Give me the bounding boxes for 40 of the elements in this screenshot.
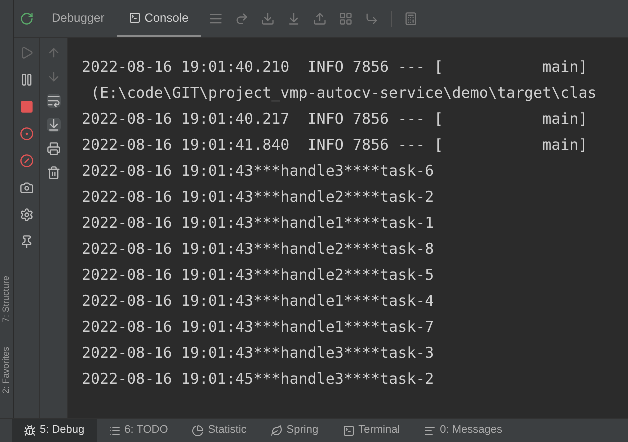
console-line: 2022-08-16 19:01:43***handle1****task-4 — [82, 291, 434, 312]
scroll-to-end-icon[interactable] — [46, 118, 60, 132]
console-line: 2022-08-16 19:01:43***handle3****task-3 — [82, 343, 434, 364]
settings-icon[interactable] — [20, 208, 34, 222]
pin-icon[interactable] — [20, 235, 34, 249]
debug-icon — [24, 424, 36, 436]
stop-icon[interactable] — [20, 100, 34, 114]
rerun-icon[interactable] — [20, 12, 34, 26]
soft-wrap-icon[interactable] — [46, 94, 60, 108]
tool-window-tab[interactable]: 6: TODO — [96, 419, 180, 442]
console-line: (E:\code\GIT\project_vmp-autocv-service\demo\target\clas — [90, 83, 597, 104]
console-line: 2022-08-16 19:01:43***handle3****task-6 — [82, 161, 434, 182]
tool-window-tab[interactable]: Spring — [258, 419, 331, 442]
console-line: 2022-08-16 19:01:43***handle1****task-7 — [82, 317, 434, 338]
tool-window-tab[interactable]: Statistic — [180, 419, 259, 442]
statistic-icon — [192, 424, 204, 436]
calculator-icon[interactable] — [404, 12, 418, 26]
trash-icon[interactable] — [46, 166, 60, 180]
terminal-icon — [342, 424, 355, 436]
print-icon[interactable] — [46, 142, 60, 156]
console-line: 2022-08-16 19:01:43***handle2****task-2 — [82, 187, 434, 208]
console-line: 2022-08-16 19:01:43***handle2****task-5 — [82, 265, 434, 286]
tool-window-tab[interactable]: 0: Messages — [412, 419, 515, 442]
console-line: 2022-08-16 19:01:40.210 INFO 7856 --- [ main] — [82, 57, 588, 78]
menu-icon[interactable] — [208, 12, 223, 26]
console-line: 2022-08-16 19:01:40.217 INFO 7856 --- [ main] — [82, 109, 588, 130]
console-line: 2022-08-16 19:01:43***handle2****task-8 — [82, 239, 434, 260]
tab[interactable]: Debugger — [40, 0, 117, 37]
side-tab[interactable]: 2: Favorites — [0, 346, 14, 394]
spring-icon — [270, 424, 283, 436]
tool-window-tab[interactable]: 5: Debug — [12, 419, 97, 442]
tool-window-tab[interactable]: Terminal — [330, 419, 412, 442]
pause-icon[interactable] — [20, 73, 34, 87]
camera-icon[interactable] — [20, 181, 34, 195]
messages-icon — [424, 424, 436, 436]
console-line: 2022-08-16 19:01:43***handle1****task-1 — [82, 213, 434, 234]
side-tab[interactable]: 7: Structure — [0, 276, 14, 323]
console-line: 2022-08-16 19:01:41.840 INFO 7856 --- [ main] — [82, 135, 588, 156]
console-line: 2022-08-16 19:01:45***handle3****task-2 — [82, 369, 434, 390]
resume-icon[interactable] — [20, 46, 34, 60]
